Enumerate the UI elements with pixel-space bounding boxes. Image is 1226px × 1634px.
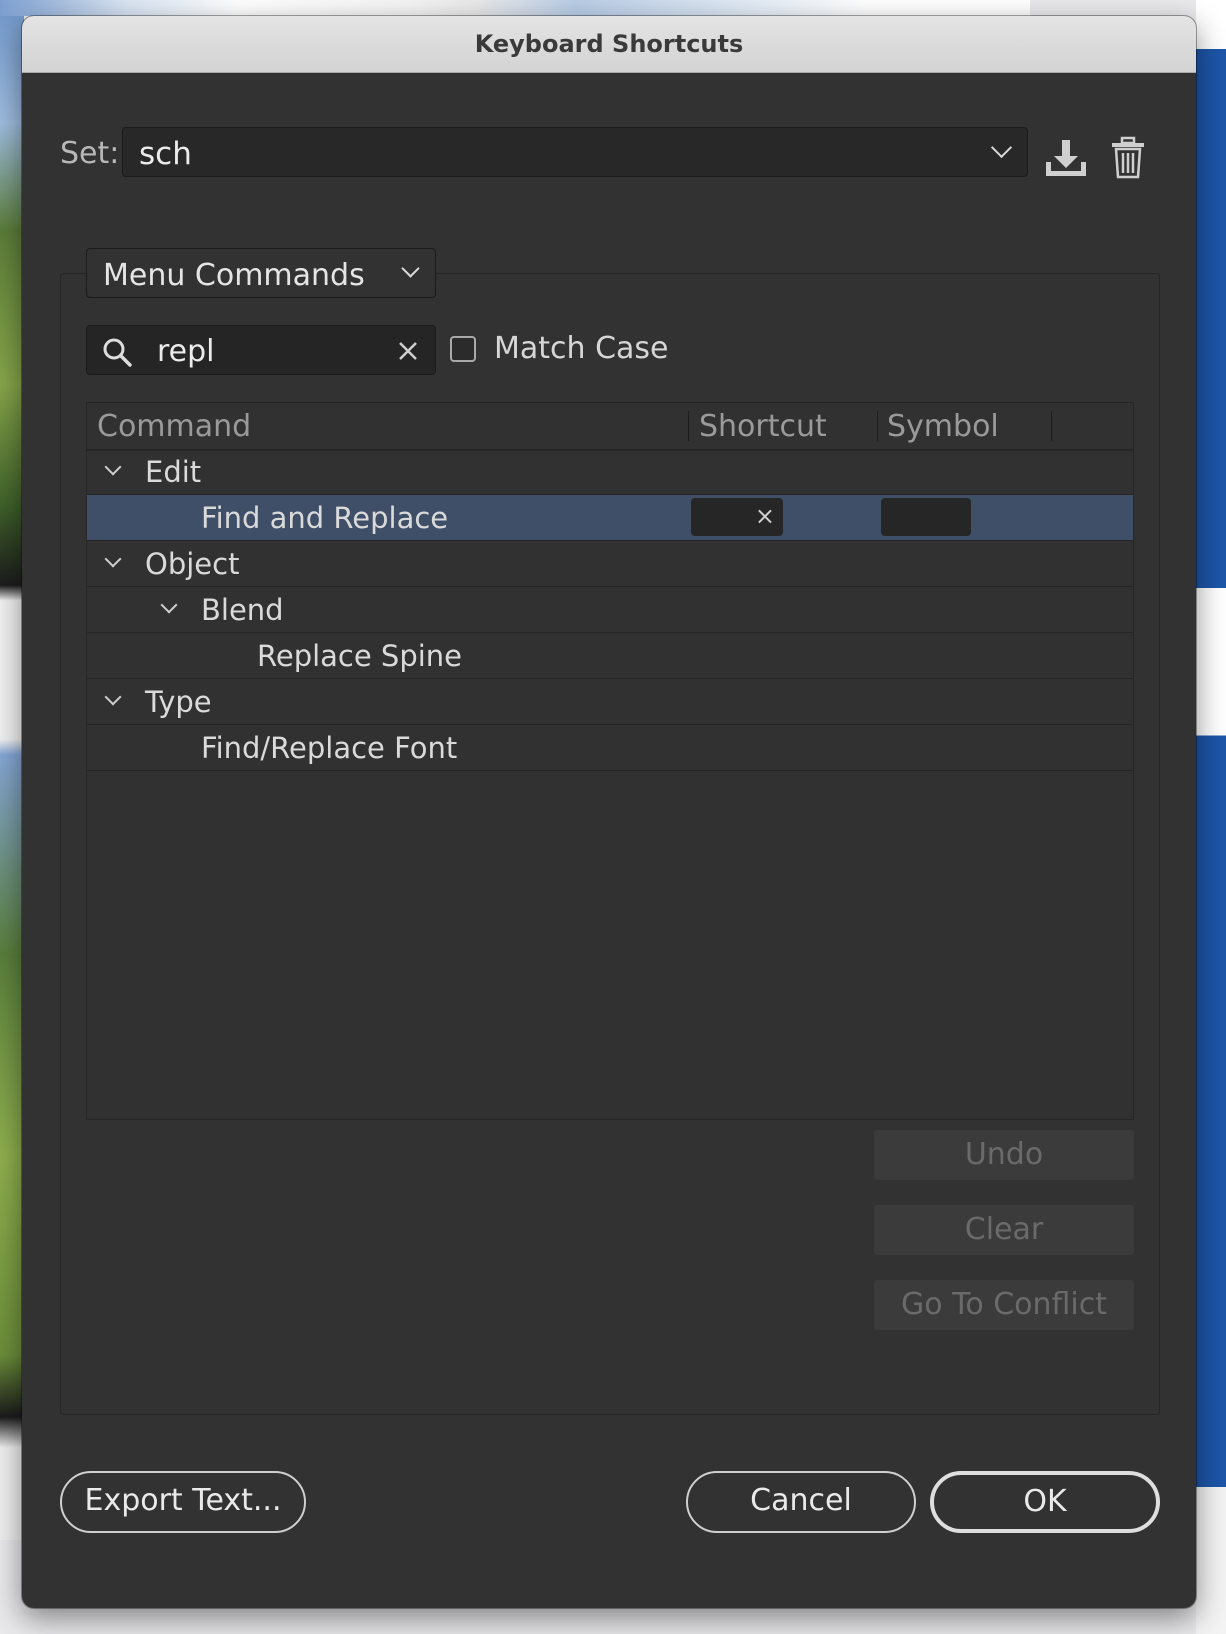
trash-icon[interactable]	[1110, 136, 1146, 180]
clear-button[interactable]: Clear	[874, 1205, 1134, 1255]
undo-button[interactable]: Undo	[874, 1130, 1134, 1180]
chevron-down-icon	[990, 136, 1013, 159]
keyboard-shortcuts-dialog: Keyboard Shortcuts Set: sch Menu Command…	[22, 16, 1196, 1608]
table-row-find-replace-font[interactable]: Find/Replace Font	[87, 725, 1133, 771]
row-label: Find/Replace Font	[201, 731, 458, 765]
chevron-down-icon[interactable]	[104, 688, 122, 706]
command-type-value: Menu Commands	[103, 258, 365, 293]
download-icon[interactable]	[1042, 136, 1090, 180]
row-label: Find and Replace	[201, 501, 449, 535]
desktop-background-left	[0, 0, 24, 1540]
search-field[interactable]	[86, 325, 436, 375]
clear-shortcut-icon[interactable]: ×	[755, 502, 775, 530]
export-text-button[interactable]: Export Text...	[60, 1471, 306, 1533]
close-icon[interactable]	[397, 340, 419, 362]
table-row-find-and-replace[interactable]: Find and Replace ×	[87, 495, 1133, 541]
table-row-type[interactable]: Type	[87, 679, 1133, 725]
ok-button[interactable]: OK	[930, 1471, 1160, 1533]
shortcut-field[interactable]: ×	[691, 498, 783, 536]
row-label: Edit	[145, 455, 202, 489]
column-header-shortcut[interactable]: Shortcut	[699, 409, 827, 444]
column-header-command[interactable]: Command	[97, 409, 251, 444]
shortcuts-table: Command Shortcut Symbol Edit Find and Re…	[86, 402, 1134, 1120]
cancel-button[interactable]: Cancel	[686, 1471, 916, 1533]
go-to-conflict-button[interactable]: Go To Conflict	[874, 1280, 1134, 1330]
command-type-dropdown[interactable]: Menu Commands	[86, 248, 436, 298]
match-case-checkbox[interactable]	[450, 336, 476, 362]
table-row-object[interactable]: Object	[87, 541, 1133, 587]
set-dropdown-value: sch	[139, 136, 192, 172]
dialog-title: Keyboard Shortcuts	[22, 16, 1196, 73]
desktop-background-top	[0, 0, 1030, 16]
row-label: Blend	[201, 593, 284, 627]
chevron-down-icon	[401, 259, 420, 278]
chevron-down-icon[interactable]	[104, 550, 122, 568]
column-divider	[688, 411, 689, 441]
match-case-label: Match Case	[494, 331, 669, 366]
set-label: Set:	[60, 136, 120, 171]
set-dropdown[interactable]: sch	[122, 127, 1028, 177]
table-row-replace-spine[interactable]: Replace Spine	[87, 633, 1133, 679]
column-divider	[1051, 411, 1052, 441]
chevron-down-icon[interactable]	[104, 458, 122, 476]
table-row-blend[interactable]: Blend	[87, 587, 1133, 633]
table-row-edit[interactable]: Edit	[87, 449, 1133, 495]
column-header-symbol[interactable]: Symbol	[887, 409, 999, 444]
chevron-down-icon[interactable]	[160, 596, 178, 614]
search-icon	[103, 338, 132, 367]
table-header: Command Shortcut Symbol	[87, 403, 1133, 451]
row-label: Replace Spine	[257, 639, 463, 673]
desktop-background-right	[1196, 0, 1226, 1634]
row-label: Type	[145, 685, 212, 719]
symbol-field[interactable]	[881, 498, 971, 536]
column-divider	[877, 411, 878, 441]
row-label: Object	[145, 547, 240, 581]
search-input[interactable]	[155, 330, 379, 372]
